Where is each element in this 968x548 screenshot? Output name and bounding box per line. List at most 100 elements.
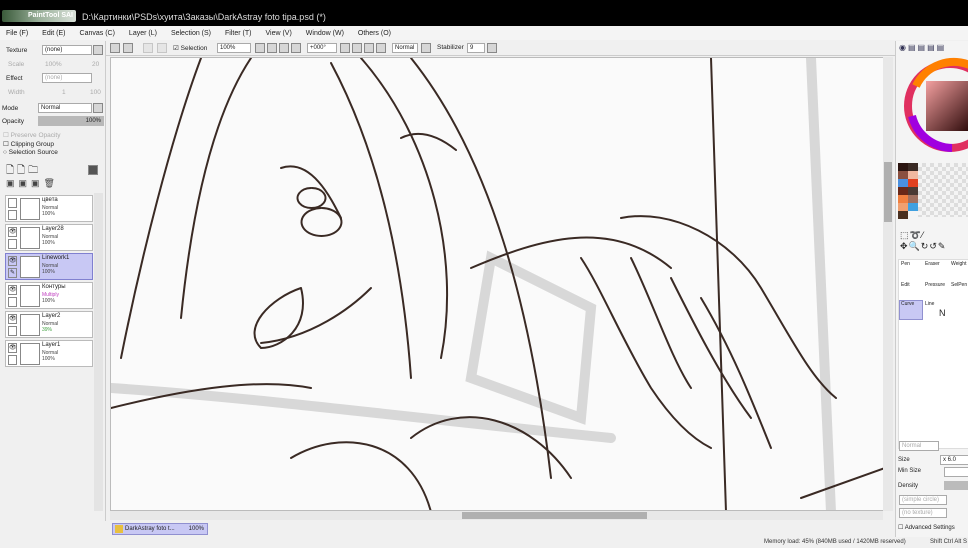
- width-n[interactable]: 100: [90, 89, 101, 96]
- menu-others[interactable]: Others (O): [358, 30, 391, 37]
- visibility-toggle[interactable]: [8, 198, 17, 208]
- horizontal-scrollbar[interactable]: [110, 511, 883, 520]
- tool-edit[interactable]: Edit: [901, 282, 910, 288]
- preserve-opacity-checkbox[interactable]: ☐ Preserve Opacity: [3, 131, 61, 139]
- zoom-reset-button[interactable]: [267, 43, 277, 53]
- vertical-scroll-thumb[interactable]: [884, 162, 892, 222]
- width-value[interactable]: 1: [62, 89, 66, 96]
- color-swatch[interactable]: [898, 195, 908, 203]
- rotate-reset-button[interactable]: [352, 43, 362, 53]
- new-linework-icon[interactable]: 🗋: [17, 165, 28, 176]
- effect-select[interactable]: (none): [42, 73, 92, 83]
- zoom-field[interactable]: 100%: [217, 43, 251, 53]
- stabilizer-select[interactable]: 9: [467, 43, 485, 53]
- color-swatch[interactable]: [908, 195, 918, 203]
- tool-pressure[interactable]: Pressure: [925, 282, 945, 288]
- lock-toggle[interactable]: [8, 326, 17, 336]
- tool-selpen[interactable]: SelPen: [951, 282, 967, 288]
- layer-scrollbar[interactable]: [94, 193, 103, 511]
- tool-curve-selected[interactable]: Curve: [899, 300, 923, 320]
- zoom-fit-button[interactable]: [291, 43, 301, 53]
- visibility-toggle[interactable]: 👁: [8, 227, 17, 237]
- move-icon[interactable]: ✥: [900, 241, 909, 251]
- lock-toggle[interactable]: [8, 239, 17, 249]
- color-swatch[interactable]: [908, 187, 918, 195]
- toggle-button-2[interactable]: [157, 43, 167, 53]
- opacity-slider[interactable]: 100%: [38, 116, 104, 126]
- color-swatch[interactable]: [898, 163, 908, 171]
- menu-edit[interactable]: Edit (E): [42, 30, 65, 37]
- merge-down-icon[interactable]: ▣: [19, 178, 32, 188]
- lock-toggle[interactable]: [8, 210, 17, 220]
- minsize-slider[interactable]: [944, 467, 968, 477]
- visibility-toggle[interactable]: 👁: [8, 285, 17, 295]
- menu-layer[interactable]: Layer (L): [129, 30, 157, 37]
- stabilizer-dropdown[interactable]: [487, 43, 497, 53]
- size-field[interactable]: x 6.0: [940, 455, 968, 465]
- visibility-toggle[interactable]: 👁: [8, 314, 17, 324]
- lasso-icon[interactable]: ➰: [910, 230, 922, 240]
- layer-item[interactable]: 👁 Контуры Multiply 100%: [5, 282, 93, 309]
- deselect-button[interactable]: [110, 43, 120, 53]
- menu-window[interactable]: Window (W): [306, 30, 344, 37]
- vertical-scrollbar[interactable]: [883, 57, 893, 511]
- rotate-right-button[interactable]: [364, 43, 374, 53]
- view-mode-select[interactable]: Normal: [392, 43, 418, 53]
- layer-item[interactable]: 👁 ✎ Linework1 Normal 100%: [5, 253, 93, 280]
- color-swatch[interactable]: [908, 163, 918, 171]
- swatch-empty[interactable]: [918, 163, 968, 217]
- flip-button[interactable]: [376, 43, 386, 53]
- transfer-down-icon[interactable]: ▣: [6, 178, 19, 188]
- menu-canvas[interactable]: Canvas (C): [80, 30, 115, 37]
- tool-line[interactable]: Line: [925, 301, 934, 307]
- menu-selection[interactable]: Selection (S): [171, 30, 211, 37]
- layer-item[interactable]: 👁 Layer2 Normal 39%: [5, 311, 93, 338]
- visibility-toggle[interactable]: 👁: [8, 256, 17, 266]
- texture-button[interactable]: [93, 45, 103, 55]
- invert-selection-button[interactable]: [123, 43, 133, 53]
- horizontal-scroll-thumb[interactable]: [462, 512, 647, 519]
- magic-wand-icon[interactable]: ⁄: [922, 230, 925, 240]
- mask-button[interactable]: [88, 165, 98, 175]
- color-swatch[interactable]: [898, 187, 908, 195]
- density-slider[interactable]: [944, 481, 968, 490]
- brush-mode-select[interactable]: Normal: [899, 441, 939, 451]
- visibility-toggle[interactable]: 👁: [8, 343, 17, 353]
- brush-shape-select[interactable]: (simple circle): [899, 495, 947, 505]
- rotation-field[interactable]: +000°: [307, 43, 337, 53]
- tool-pen[interactable]: Pen: [901, 261, 910, 267]
- clipping-group-checkbox[interactable]: ☐ Clipping Group: [3, 140, 54, 148]
- color-swatch[interactable]: [908, 203, 918, 211]
- lock-toggle[interactable]: [8, 297, 17, 307]
- scale-value[interactable]: 100%: [45, 61, 62, 68]
- hand-icon[interactable]: ↺: [929, 241, 938, 251]
- toggle-button[interactable]: [143, 43, 153, 53]
- layer-item[interactable]: цвета Normal 100%: [5, 195, 93, 222]
- document-tab[interactable]: DarkAstray foto t... 100%: [112, 523, 208, 535]
- layer-item[interactable]: 👁 Layer1 Normal 100%: [5, 340, 93, 367]
- menu-filter[interactable]: Filter (T): [225, 30, 251, 37]
- clear-layer-icon[interactable]: ▣: [31, 178, 44, 188]
- lock-toggle[interactable]: [8, 355, 17, 365]
- color-swatch[interactable]: [898, 179, 908, 187]
- scale-n[interactable]: 20: [92, 61, 99, 68]
- rotate-left-button[interactable]: [340, 43, 350, 53]
- zoom-out-button[interactable]: [255, 43, 265, 53]
- new-folder-icon[interactable]: 🗀: [28, 165, 41, 176]
- select-rect-icon[interactable]: ⬚: [900, 230, 910, 240]
- color-swatch[interactable]: [908, 179, 918, 187]
- color-swatch[interactable]: [898, 211, 908, 219]
- brush-texture-select[interactable]: (no texture): [899, 508, 947, 518]
- zoom-icon[interactable]: 🔍: [909, 241, 921, 251]
- color-swatch[interactable]: [908, 171, 918, 179]
- blend-mode-dropdown[interactable]: [93, 103, 103, 113]
- color-mode-tabs[interactable]: ◉▤▤▤▤: [899, 43, 946, 52]
- texture-select[interactable]: (none): [42, 45, 92, 55]
- new-layer-icon[interactable]: 🗋: [6, 165, 17, 176]
- color-swatch[interactable]: [898, 203, 908, 211]
- layer-item[interactable]: 👁 Layer28 Normal 100%: [5, 224, 93, 251]
- color-swatch[interactable]: [898, 171, 908, 179]
- tool-eraser[interactable]: Eraser: [925, 261, 940, 267]
- color-wheel[interactable]: [902, 56, 968, 156]
- menu-file[interactable]: File (F): [6, 30, 28, 37]
